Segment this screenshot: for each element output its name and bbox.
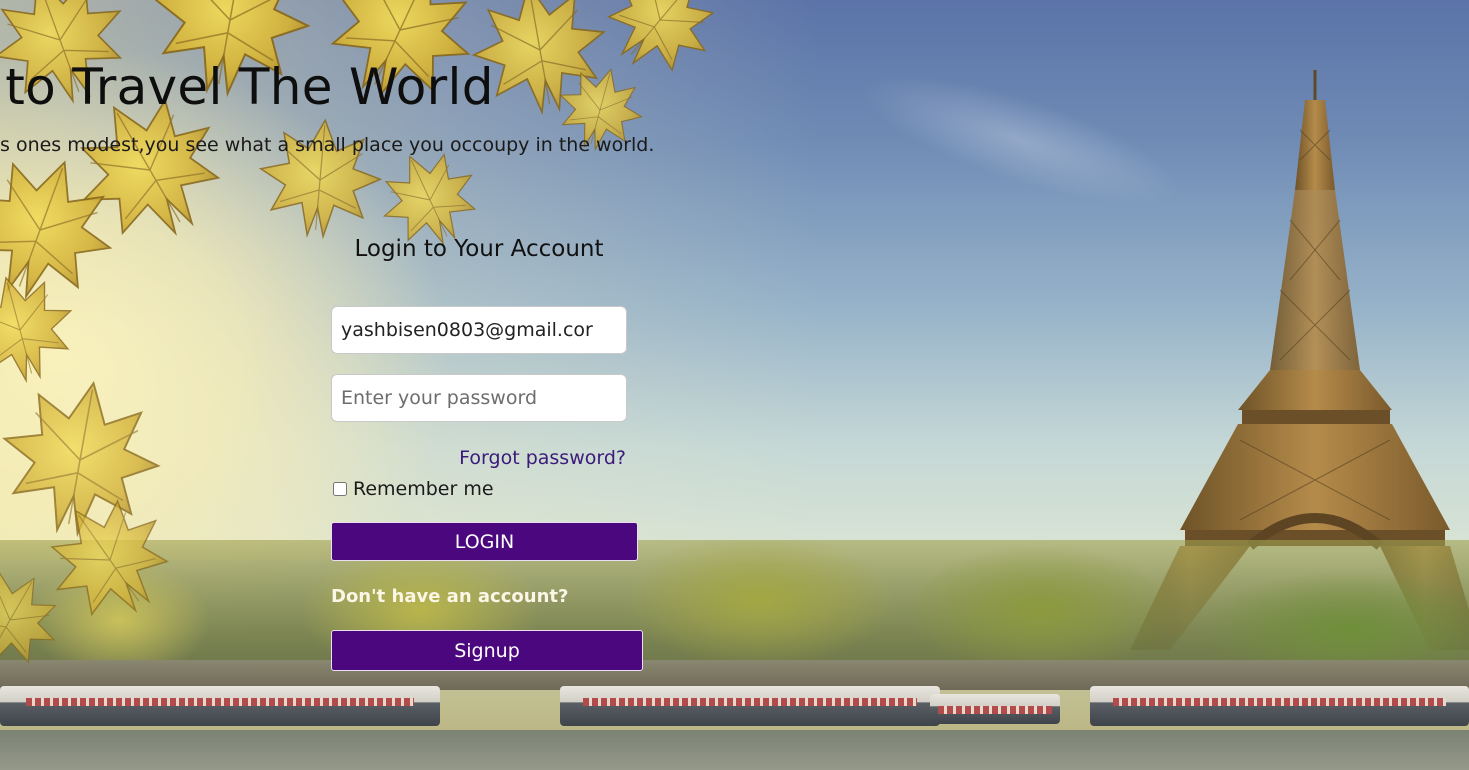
password-field[interactable] [331,374,627,422]
login-button[interactable]: LOGIN [331,522,638,561]
boat [930,694,1060,724]
river-water [0,730,1469,770]
remember-me-checkbox[interactable] [333,482,347,496]
forgot-password-link[interactable]: Forgot password? [459,447,626,469]
hero-subtitle: kes ones modest,you see what a small pla… [0,134,655,156]
boat [1090,686,1469,726]
river-boats [0,686,1469,736]
email-field[interactable] [331,306,627,354]
no-account-text: Don't have an account? [331,586,569,607]
boat [560,686,940,726]
login-heading: Login to Your Account [354,236,604,262]
remember-me[interactable]: Remember me [333,478,494,500]
boat [0,686,440,726]
signup-button[interactable]: Signup [331,630,643,671]
login-form: Login to Your Account Forgot password? R… [330,230,643,675]
hero-title: e to Travel The World [0,58,494,116]
remember-me-label: Remember me [353,478,494,500]
